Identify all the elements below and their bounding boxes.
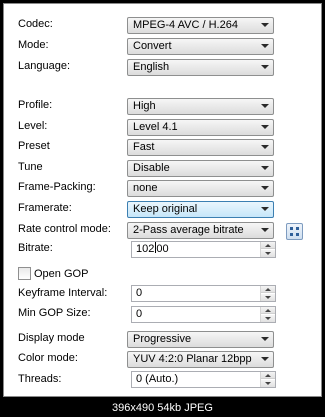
- chevron-down-icon: [261, 104, 269, 108]
- chevron-down-icon: [261, 23, 269, 27]
- mode-label: Mode:: [18, 39, 49, 51]
- codec-dropdown[interactable]: MPEG-4 AVC / H.264: [127, 17, 274, 34]
- bitrate-value: 102 00: [136, 242, 169, 255]
- chevron-down-icon: [261, 145, 269, 149]
- chevron-down-icon: [261, 357, 269, 361]
- increment-icon[interactable]: [261, 286, 275, 293]
- open-gop-checkbox[interactable]: [18, 267, 31, 280]
- tune-dropdown[interactable]: Disable: [127, 160, 274, 177]
- framerate-value: Keep original: [133, 203, 198, 215]
- codec-value: MPEG-4 AVC / H.264: [133, 19, 238, 31]
- decrement-icon[interactable]: [261, 380, 275, 387]
- display-mode-label: Display mode: [18, 332, 85, 344]
- bitrate-calculator-icon[interactable]: [286, 223, 303, 240]
- settings-panel: Codec: MPEG-4 AVC / H.264 Mode: Convert …: [3, 3, 322, 397]
- rate-control-value: 2-Pass average bitrate: [133, 224, 244, 236]
- keyframe-interval-value: 0: [136, 287, 143, 299]
- min-gop-size-stepper[interactable]: [260, 307, 275, 322]
- language-value: English: [133, 61, 170, 73]
- rate-control-dropdown[interactable]: 2-Pass average bitrate: [127, 222, 274, 239]
- tune-value: Disable: [133, 162, 170, 174]
- chevron-down-icon: [261, 186, 269, 190]
- increment-icon[interactable]: [261, 307, 275, 314]
- level-label: Level:: [18, 120, 48, 132]
- min-gop-size-input[interactable]: 0: [131, 306, 276, 323]
- chevron-down-icon: [261, 65, 269, 69]
- profile-value: High: [133, 100, 156, 112]
- chevron-down-icon: [261, 125, 269, 129]
- keyframe-interval-stepper[interactable]: [260, 286, 275, 301]
- color-mode-label: Color mode:: [18, 352, 78, 364]
- decrement-icon[interactable]: [261, 250, 275, 257]
- preset-dropdown[interactable]: Fast: [127, 139, 274, 156]
- display-mode-dropdown[interactable]: Progressive: [127, 331, 274, 348]
- keyframe-interval-label: Keyframe Interval:: [18, 287, 108, 299]
- bitrate-label: Bitrate:: [18, 242, 53, 254]
- codec-label: Codec:: [18, 18, 53, 30]
- level-dropdown[interactable]: Level 4.1: [127, 119, 274, 136]
- rate-control-label: Rate control mode:: [18, 223, 111, 235]
- keyframe-interval-input[interactable]: 0: [131, 285, 276, 302]
- threads-label: Threads:: [18, 373, 62, 385]
- display-mode-value: Progressive: [133, 333, 192, 345]
- open-gop-label[interactable]: Open GOP: [34, 266, 88, 282]
- chevron-down-icon: [261, 166, 269, 170]
- tune-label: Tune: [18, 161, 43, 173]
- language-dropdown[interactable]: English: [127, 59, 274, 76]
- mode-value: Convert: [133, 40, 172, 52]
- increment-icon[interactable]: [261, 242, 275, 249]
- threads-value: 0 (Auto.): [136, 373, 179, 385]
- profile-label: Profile:: [18, 99, 53, 111]
- chevron-down-icon: [261, 207, 269, 211]
- decrement-icon[interactable]: [261, 294, 275, 301]
- color-mode-value: YUV 4:2:0 Planar 12bpp: [133, 353, 252, 365]
- framerate-dropdown[interactable]: Keep original: [127, 201, 274, 218]
- threads-input[interactable]: 0 (Auto.): [131, 371, 276, 388]
- profile-dropdown[interactable]: High: [127, 98, 274, 115]
- language-label: Language:: [18, 60, 70, 72]
- chevron-down-icon: [261, 44, 269, 48]
- threads-stepper[interactable]: [260, 372, 275, 387]
- framerate-label: Framerate:: [18, 202, 72, 214]
- chevron-down-icon: [261, 228, 269, 232]
- preset-value: Fast: [133, 141, 155, 153]
- frame-packing-value: none: [133, 182, 158, 194]
- chevron-down-icon: [261, 337, 269, 341]
- image-info-caption: 396x490 54kb JPEG: [112, 402, 213, 414]
- frame-packing-dropdown[interactable]: none: [127, 180, 274, 197]
- bitrate-input[interactable]: 102 00: [131, 241, 276, 258]
- mode-dropdown[interactable]: Convert: [127, 38, 274, 55]
- increment-icon[interactable]: [261, 372, 275, 379]
- level-value: Level 4.1: [133, 121, 178, 133]
- decrement-icon[interactable]: [261, 315, 275, 322]
- preset-label: Preset: [18, 140, 50, 152]
- bitrate-stepper[interactable]: [260, 242, 275, 257]
- frame-packing-label: Frame-Packing:: [18, 181, 96, 193]
- min-gop-size-label: Min GOP Size:: [18, 307, 91, 319]
- color-mode-dropdown[interactable]: YUV 4:2:0 Planar 12bpp: [127, 351, 274, 368]
- min-gop-size-value: 0: [136, 308, 143, 320]
